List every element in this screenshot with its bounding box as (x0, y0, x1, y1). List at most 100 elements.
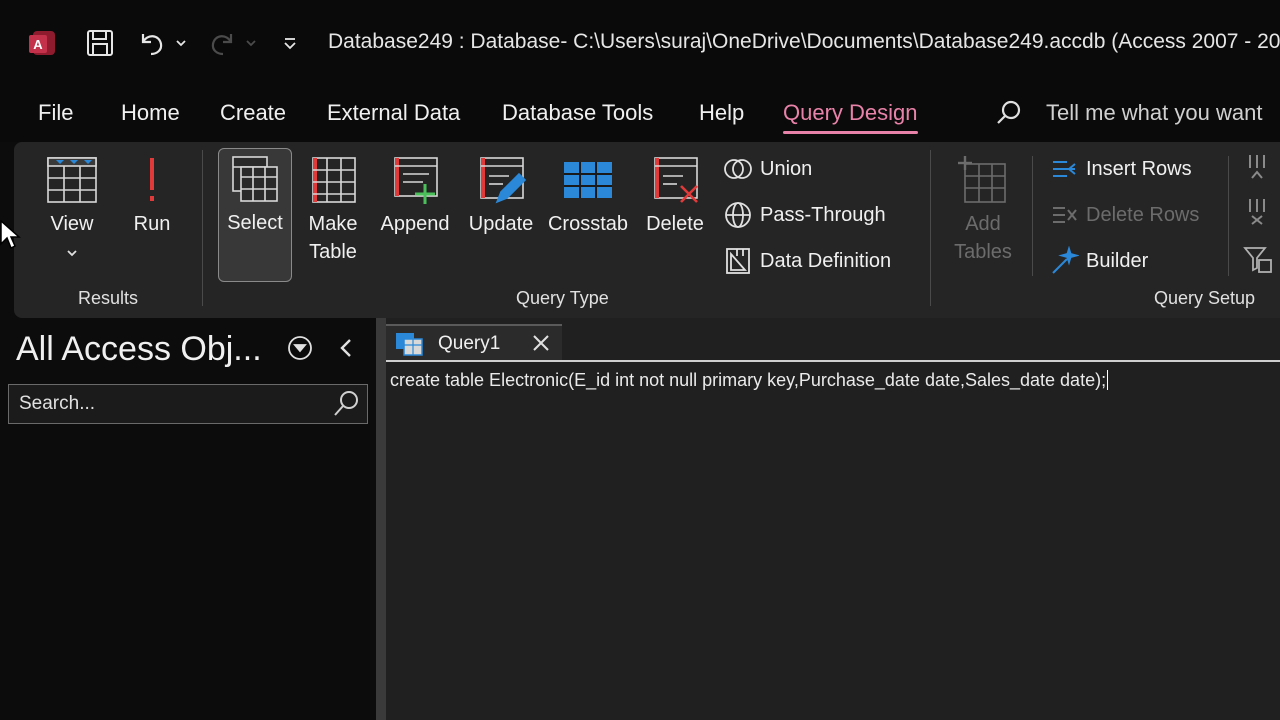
delete-rows-label: Delete Rows (1086, 203, 1200, 226)
select-query-icon (227, 149, 283, 209)
select-button-label: Select (227, 212, 283, 234)
mouse-pointer-icon (0, 219, 22, 252)
tab-external-data[interactable]: External Data (327, 100, 460, 126)
delete-query-icon (647, 150, 703, 210)
group-separator (202, 150, 203, 306)
union-icon (722, 153, 754, 185)
undo-icon[interactable] (134, 26, 170, 60)
title-bar: A Database249 : Database- C:\Users\suraj… (0, 0, 1280, 84)
view-button-label: View (50, 213, 94, 235)
update-pencil-icon (473, 150, 529, 210)
query-object-icon (396, 333, 423, 356)
make-table-icon (305, 150, 361, 210)
chevron-down-icon (66, 238, 78, 266)
navigation-pane: All Access Obj... (0, 318, 378, 720)
view-button[interactable]: View (38, 150, 106, 266)
delete-rows-button[interactable]: Delete Rows (1048, 198, 1199, 232)
make-table-label-1: Make (308, 213, 358, 235)
save-icon[interactable] (82, 26, 118, 60)
data-definition-button[interactable]: Data Definition (722, 244, 891, 278)
document-area: Query1 create table Electronic(E_id int … (386, 318, 1280, 720)
crosstab-icon (560, 150, 616, 210)
run-button[interactable]: Run (124, 150, 180, 238)
delete-columns-icon (1242, 195, 1272, 227)
group-separator (930, 150, 931, 306)
data-definition-label: Data Definition (760, 249, 892, 272)
ribbon: View Run Results Select Make Table Appen… (14, 142, 1280, 318)
append-label: Append (380, 213, 450, 235)
tab-help[interactable]: Help (699, 100, 744, 126)
search-icon[interactable] (994, 98, 1024, 128)
pass-through-button[interactable]: Pass-Through (722, 198, 886, 232)
delete-label: Delete (646, 213, 704, 235)
builder-label: Builder (1086, 249, 1149, 272)
delete-query-button[interactable]: Delete (640, 150, 710, 238)
pass-through-label: Pass-Through (760, 203, 886, 226)
window-title: Database249 : Database- C:\Users\suraj\O… (328, 30, 1280, 53)
filter-icon (1242, 243, 1272, 275)
tab-query-design[interactable]: Query Design (783, 100, 918, 134)
insert-columns-icon (1242, 151, 1272, 183)
sql-statement[interactable]: create table Electronic(E_id int not nul… (390, 370, 1109, 391)
insert-rows-button[interactable]: Insert Rows (1048, 152, 1192, 186)
add-tables-label-1: Add (965, 213, 1001, 235)
insert-rows-icon (1048, 153, 1080, 185)
append-icon (387, 150, 443, 210)
builder-button[interactable]: Builder (1048, 244, 1148, 278)
append-button[interactable]: Append (376, 150, 454, 238)
datasheet-view-icon (44, 150, 100, 210)
select-query-button[interactable]: Select (218, 148, 292, 282)
globe-icon (722, 199, 754, 231)
nav-search-box (8, 384, 368, 424)
close-icon[interactable] (530, 332, 552, 354)
magic-wand-icon (1048, 245, 1080, 277)
undo-dropdown-chevron-icon[interactable] (172, 26, 190, 60)
group-separator (1032, 156, 1033, 276)
tab-query1[interactable]: Query1 (386, 324, 562, 362)
delete-rows-icon (1048, 199, 1080, 231)
sql-editor[interactable]: create table Electronic(E_id int not nul… (386, 360, 1280, 720)
crosstab-label: Crosstab (547, 213, 629, 235)
insert-rows-label: Insert Rows (1086, 157, 1192, 180)
search-icon[interactable] (331, 389, 361, 419)
tab-create[interactable]: Create (220, 100, 286, 126)
add-tables-button[interactable]: Add Tables (948, 150, 1018, 266)
results-group-label: Results (78, 288, 139, 308)
return-filter-button[interactable] (1242, 242, 1276, 276)
query-type-group-label: Query Type (516, 288, 609, 308)
add-tables-icon (955, 150, 1011, 210)
update-label: Update (468, 213, 534, 235)
run-button-label: Run (133, 213, 171, 235)
redo-icon[interactable] (204, 26, 240, 60)
query-setup-group-label: Query Setup (1154, 288, 1256, 308)
union-label: Union (760, 157, 813, 180)
group-separator (1228, 156, 1229, 276)
ribbon-tabs: File Home Create External Data Database … (0, 84, 1280, 142)
delete-columns-button[interactable] (1242, 194, 1276, 228)
union-button[interactable]: Union (722, 152, 812, 186)
tab-file[interactable]: File (38, 100, 73, 126)
update-button[interactable]: Update (464, 150, 538, 238)
redo-dropdown-chevron-icon[interactable] (242, 26, 260, 60)
sql-text: create table Electronic(E_id int not nul… (390, 370, 1107, 390)
nav-pane-title[interactable]: All Access Obj... (16, 330, 262, 369)
nav-menu-dropdown-icon[interactable] (286, 334, 314, 362)
tab-home[interactable]: Home (121, 100, 180, 126)
collapse-pane-chevron-icon[interactable] (334, 334, 358, 362)
svg-text:A: A (33, 37, 43, 52)
access-logo-icon[interactable]: A (26, 26, 60, 60)
nav-search-input[interactable] (19, 391, 319, 417)
text-caret (1107, 370, 1109, 390)
tab-database-tools[interactable]: Database Tools (502, 100, 653, 126)
make-table-label-2: Table (309, 241, 357, 263)
pane-splitter[interactable] (376, 318, 386, 720)
data-definition-icon (722, 245, 754, 277)
insert-columns-button[interactable] (1242, 150, 1276, 184)
customize-qat-icon[interactable] (278, 26, 302, 60)
document-tab-label: Query1 (438, 333, 501, 354)
run-exclamation-icon (124, 150, 180, 210)
tell-me-box[interactable]: Tell me what you want (1046, 100, 1262, 126)
add-tables-label-2: Tables (954, 241, 1012, 263)
make-table-button[interactable]: Make Table (300, 150, 366, 266)
crosstab-button[interactable]: Crosstab (546, 150, 630, 238)
